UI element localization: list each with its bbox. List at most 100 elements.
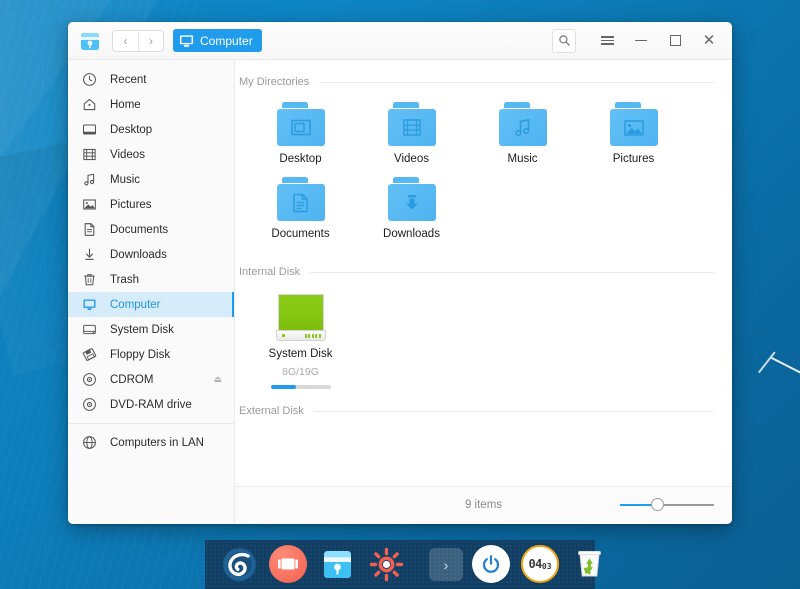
- file-manager-window: ‹ › Computer: [68, 22, 732, 524]
- disk-usage-fill: [271, 385, 296, 389]
- hamburger-menu-icon: [601, 34, 614, 47]
- window-body: Recent Home Desktop: [68, 60, 732, 524]
- deepin-launcher-icon[interactable]: [219, 544, 260, 585]
- folder-desktop-icon: [277, 102, 325, 146]
- close-button[interactable]: ✕: [692, 26, 726, 56]
- folder-pictures-icon: [610, 102, 658, 146]
- sidebar-item-cdrom[interactable]: CDROM ⏏: [68, 367, 234, 392]
- file-manager-icon[interactable]: [317, 544, 358, 585]
- section-header-external-disk: External Disk: [237, 405, 714, 417]
- tile-label: Documents: [271, 228, 329, 240]
- trash-icon: [82, 272, 100, 288]
- sidebar-item-label: CDROM: [110, 374, 153, 386]
- section-title: My Directories: [239, 76, 319, 88]
- deepin-movie-icon[interactable]: [268, 544, 309, 585]
- back-button[interactable]: ‹: [113, 31, 138, 51]
- section-rule: [319, 82, 714, 83]
- search-icon: [558, 34, 571, 47]
- disk-usage-bar: [271, 385, 331, 389]
- sidebar-item-dvd-ram-drive[interactable]: DVD-RAM drive: [68, 392, 234, 417]
- sidebar-item-label: Music: [110, 174, 140, 186]
- tile-label: Pictures: [613, 153, 655, 165]
- trash-icon[interactable]: [569, 544, 610, 585]
- folder-tile-videos[interactable]: Videos: [356, 94, 467, 169]
- download-icon: [82, 247, 100, 263]
- computer-icon: [179, 34, 194, 48]
- control-center-icon[interactable]: [366, 544, 407, 585]
- folder-tile-downloads[interactable]: Downloads: [356, 169, 467, 244]
- sidebar-item-label: System Disk: [110, 324, 174, 336]
- music-note-icon: [82, 172, 100, 188]
- sidebar-item-label: Home: [110, 99, 141, 111]
- window-titlebar: ‹ › Computer: [68, 22, 732, 60]
- menu-button[interactable]: [590, 26, 624, 56]
- network-icon: [82, 435, 100, 451]
- eject-icon[interactable]: ⏏: [213, 374, 222, 385]
- sidebar-item-trash[interactable]: Trash: [68, 267, 234, 292]
- sidebar-item-pictures[interactable]: Pictures: [68, 192, 234, 217]
- disc-icon: [82, 397, 100, 413]
- file-manager-icon: [78, 29, 102, 53]
- sidebar-item-label: Computer: [110, 299, 161, 311]
- sidebar-item-label: Recent: [110, 74, 146, 86]
- hard-drive-icon: [276, 294, 326, 341]
- sidebar-item-label: Documents: [110, 224, 168, 236]
- minimize-button[interactable]: [624, 26, 658, 56]
- sidebar-item-downloads[interactable]: Downloads: [68, 242, 234, 267]
- power-icon[interactable]: [471, 544, 512, 585]
- folder-tile-documents[interactable]: Documents: [245, 169, 356, 244]
- minimize-icon: [635, 40, 647, 42]
- sidebar-item-floppy-disk[interactable]: Floppy Disk: [68, 342, 234, 367]
- sidebar-item-label: DVD-RAM drive: [110, 399, 192, 411]
- sidebar-item-recent[interactable]: Recent: [68, 67, 234, 92]
- clock-icon: [82, 72, 100, 88]
- folder-documents-icon: [277, 177, 325, 221]
- sidebar-item-label: Videos: [110, 149, 145, 161]
- folder-tile-pictures[interactable]: Pictures: [578, 94, 689, 169]
- breadcrumb-computer[interactable]: Computer: [173, 29, 262, 52]
- maximize-button[interactable]: [658, 26, 692, 56]
- forward-button[interactable]: ›: [138, 31, 163, 51]
- sidebar-item-desktop[interactable]: Desktop: [68, 117, 234, 142]
- section-header-internal-disk: Internal Disk: [237, 266, 714, 278]
- navigation-buttons[interactable]: ‹ ›: [112, 30, 164, 52]
- tile-label: Desktop: [279, 153, 321, 165]
- content-scroll-area[interactable]: My Directories Desktop: [235, 60, 732, 486]
- folder-downloads-icon: [388, 177, 436, 221]
- wallpaper-streak-2: [758, 352, 776, 374]
- picture-icon: [82, 197, 100, 213]
- maximize-icon: [670, 35, 681, 46]
- sidebar-item-documents[interactable]: Documents: [68, 217, 234, 242]
- tile-label: Music: [507, 153, 537, 165]
- disk-grid: System Disk 8G/19G: [237, 286, 714, 393]
- tile-label: Videos: [394, 153, 429, 165]
- folder-tile-music[interactable]: Music: [467, 94, 578, 169]
- sidebar-item-home[interactable]: Home: [68, 92, 234, 117]
- search-button[interactable]: [552, 29, 576, 53]
- wallpaper-streak-1: [771, 357, 800, 386]
- home-icon: [82, 97, 100, 113]
- computer-icon: [82, 297, 100, 313]
- slider-knob[interactable]: [651, 498, 664, 511]
- zoom-slider[interactable]: [620, 498, 714, 512]
- section-title: External Disk: [239, 405, 314, 417]
- sidebar-item-label: Floppy Disk: [110, 349, 170, 361]
- film-icon: [82, 147, 100, 163]
- breadcrumb-label: Computer: [200, 34, 253, 48]
- sidebar-item-computer[interactable]: Computer: [68, 292, 234, 317]
- harddisk-icon: [82, 322, 100, 338]
- sidebar-item-computers-in-lan[interactable]: Computers in LAN: [68, 430, 234, 455]
- sidebar-item-system-disk[interactable]: System Disk: [68, 317, 234, 342]
- sidebar-item-label: Trash: [110, 274, 139, 286]
- folder-tile-desktop[interactable]: Desktop: [245, 94, 356, 169]
- sidebar-item-label: Computers in LAN: [110, 437, 204, 449]
- desktop: ‹ › Computer: [0, 0, 800, 589]
- disk-tile-system-disk[interactable]: System Disk 8G/19G: [245, 286, 356, 393]
- disk-capacity: 8G/19G: [282, 366, 319, 378]
- document-icon: [82, 222, 100, 238]
- section-rule: [310, 272, 714, 273]
- sidebar-item-music[interactable]: Music: [68, 167, 234, 192]
- sidebar-item-videos[interactable]: Videos: [68, 142, 234, 167]
- clock-icon[interactable]: 04 03: [520, 544, 561, 585]
- show-more-icon[interactable]: ›: [429, 544, 463, 585]
